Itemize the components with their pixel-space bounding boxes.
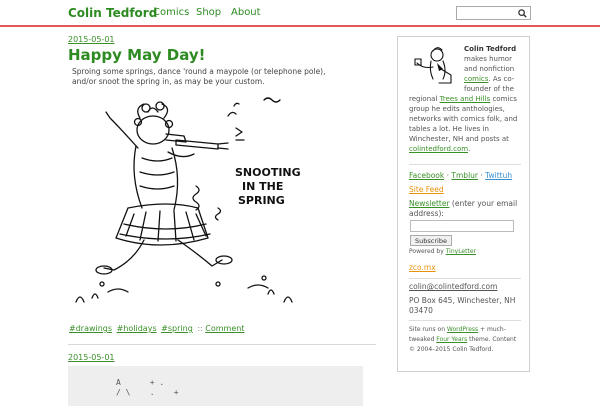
search-input[interactable]	[459, 7, 513, 19]
email-link[interactable]: colin@colintedford.com	[409, 282, 497, 292]
zco-link[interactable]: zco.mx	[409, 263, 436, 273]
trees-and-hills-link[interactable]: Trees and Hills	[440, 95, 491, 103]
header-divider	[0, 25, 600, 27]
social-links: Facebook · Tmblur · Twittuh	[409, 171, 512, 181]
bio-line-5a: regional	[409, 95, 440, 103]
search-icon[interactable]	[517, 8, 528, 19]
newsletter-line-1: Newsletter (enter your email	[409, 199, 517, 209]
search-box	[456, 6, 531, 20]
tumblr-link[interactable]: Tmblur	[451, 171, 478, 180]
preview-line1: A + .	[116, 378, 165, 387]
bio-name: Colin Tedford	[464, 45, 517, 53]
site-feed-link[interactable]: Site Feed	[409, 185, 444, 195]
footer-1b: + much-	[478, 326, 506, 333]
post2-date-link[interactable]: 2015-05-01	[68, 353, 115, 362]
bio-line-10: colintedford.com.	[409, 145, 470, 155]
post-tags: #drawings #holidays #spring :: Comment	[69, 324, 246, 333]
tag-drawings[interactable]: #drawings	[69, 324, 112, 333]
preview-line2: / \ . +	[116, 388, 179, 397]
tag-separator: ::	[197, 324, 203, 333]
footer-1a: Site runs on	[409, 326, 447, 333]
bio-line-10-tail: .	[468, 145, 471, 153]
post-excerpt: Sproing some springs, dance 'round a may…	[72, 67, 326, 86]
facebook-link[interactable]: Facebook	[409, 171, 444, 180]
sidebar-divider	[409, 164, 521, 165]
avatar-cartoon-icon	[414, 47, 452, 84]
bio-line-6: group he edits anthologies,	[409, 105, 505, 113]
bio-line-5: regional Trees and Hills comics	[409, 95, 517, 105]
bio-line-7: networks with comics folk, and	[409, 115, 518, 123]
footer-line-1: Site runs on WordPress + much-	[409, 325, 506, 335]
post2-preview-image[interactable]: A + . / \ . +	[68, 366, 363, 406]
powered-prefix: Powered by	[409, 248, 446, 255]
bio-line-1: makes humor	[464, 55, 512, 63]
social-sep-2: ·	[480, 171, 483, 180]
site-link[interactable]: colintedford.com	[409, 145, 468, 153]
bio-line-9: Winchester, NH and posts at	[409, 135, 509, 143]
tag-spring[interactable]: #spring	[161, 324, 193, 333]
tinyletter-link[interactable]: TinyLetter	[446, 248, 476, 255]
address-line-1: PO Box 645, Winchester, NH	[409, 296, 516, 305]
nav-comics[interactable]: Comics	[153, 7, 189, 18]
four-years-link[interactable]: Four Years	[436, 336, 467, 343]
sidebar: Colin Tedford makes humor and nonfiction…	[397, 36, 530, 372]
comic-caption-line3: SPRING	[238, 194, 285, 207]
sidebar-divider-3	[409, 320, 521, 321]
footer-line-2: tweaked Four Years theme. Content	[409, 335, 516, 345]
subscribe-button[interactable]: Subscribe	[410, 235, 452, 246]
site-title-link[interactable]: Colin Tedford	[68, 6, 157, 20]
post-date-link[interactable]: 2015-05-01	[68, 35, 115, 44]
bio-line-5b: comics	[490, 95, 517, 103]
address-line-2: 03470	[409, 306, 433, 315]
twitter-link[interactable]: Twittuh	[485, 171, 512, 180]
tag-holidays[interactable]: #holidays	[117, 324, 157, 333]
footer-2a: tweaked	[409, 336, 437, 343]
bio-line-3-tail: . As co-	[488, 75, 515, 83]
comics-link[interactable]: comics	[464, 75, 488, 83]
comic-caption-line2: IN THE	[242, 180, 283, 193]
sidebar-divider-2	[409, 278, 521, 279]
nav-about[interactable]: About	[231, 7, 261, 18]
bio-line-2: and nonfiction	[464, 65, 515, 73]
bio-line-3: comics. As co-	[464, 75, 514, 85]
wordpress-link[interactable]: WordPress	[447, 326, 478, 333]
copyright: © 2004–2015 Colin Tedford.	[409, 346, 494, 353]
nav-shop[interactable]: Shop	[196, 7, 221, 18]
bio-line-4: founder of the	[464, 85, 514, 93]
powered-by: Powered by TinyLetter	[409, 247, 476, 257]
top-nav-bar: Colin Tedford Comics Shop About	[0, 0, 600, 26]
newsletter-text-1: (enter your email	[449, 199, 518, 208]
footer-2b: theme. Content	[467, 336, 517, 343]
comic-drawing: SNOOTING IN THE SPRING	[75, 97, 301, 303]
newsletter-link[interactable]: Newsletter	[409, 199, 450, 208]
comic-image[interactable]: SNOOTING IN THE SPRING	[68, 88, 305, 313]
newsletter-line-2: address):	[409, 209, 444, 218]
social-sep-1: ·	[446, 171, 450, 180]
comic-caption-line1: SNOOTING	[235, 166, 301, 179]
email-field[interactable]	[410, 220, 514, 232]
comment-link[interactable]: Comment	[205, 324, 244, 333]
bio-line-8: tables a lot. He lives in	[409, 125, 489, 133]
post-divider	[68, 344, 376, 345]
post-title[interactable]: Happy May Day!	[68, 46, 205, 64]
